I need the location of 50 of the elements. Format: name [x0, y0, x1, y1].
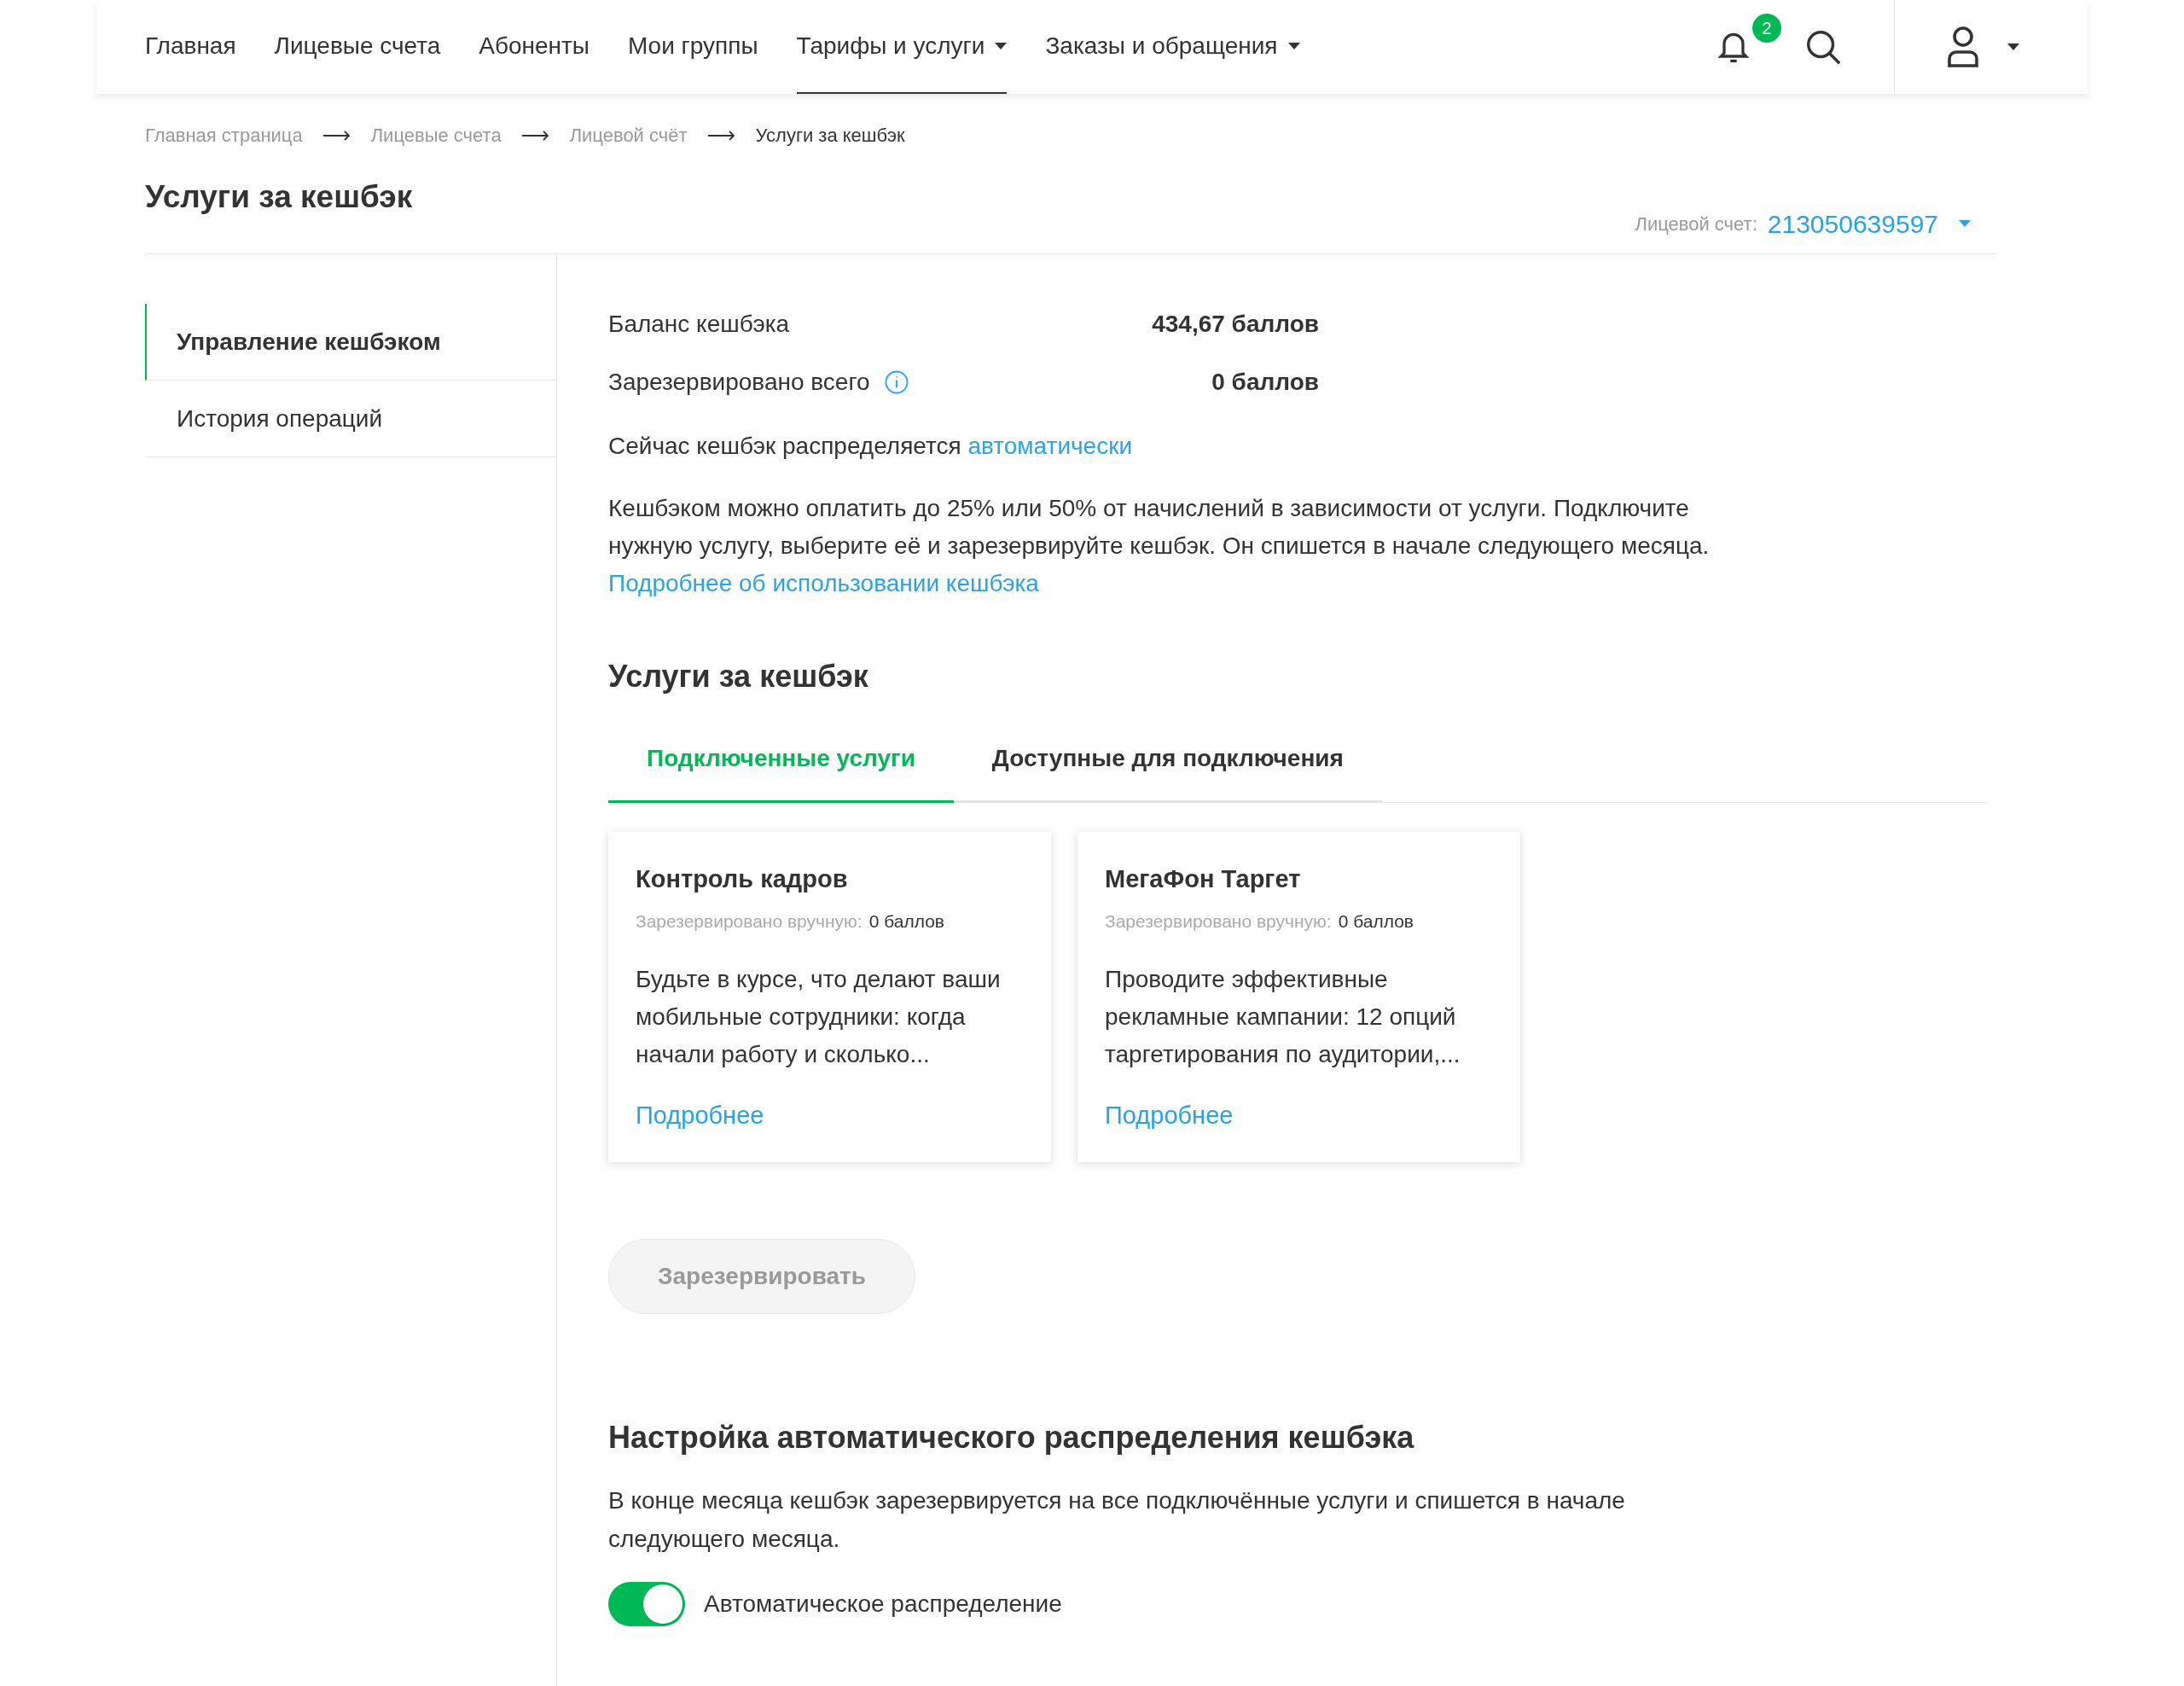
toggle-label: Автоматическое распределение [704, 1589, 1062, 1619]
breadcrumb-link[interactable]: Лицевые счета [370, 121, 502, 149]
arrow-right-icon [322, 130, 351, 141]
user-icon[interactable] [1946, 26, 1980, 67]
card-title: МегаФон Таргет [1105, 863, 1302, 894]
summary-value: 434,67 баллов [1152, 309, 1319, 339]
toggle-switch[interactable] [608, 1581, 685, 1626]
page-title: Услуги за кешбэк [145, 178, 413, 216]
reserved-value: 0 баллов [868, 910, 945, 933]
notification-badge: 2 [1752, 14, 1781, 43]
more-info-link[interactable]: Подробнее об использовании кешбэка [608, 564, 2039, 602]
tab[interactable]: Доступные для подключения [953, 740, 1382, 803]
nav-link[interactable]: Заказы и обращения [1045, 0, 1300, 94]
auto-description: В конце месяца кешбэк зарезервируется на все подключённые услуги и спишется в начале следующего месяца. [608, 1485, 1626, 1554]
reserved-label: Зарезервировано вручную: [1105, 910, 1332, 933]
account-selector[interactable]: 213050639597 [1767, 204, 1971, 243]
current-page-label: Услуги за кешбэк [755, 124, 905, 148]
arrow-right-icon [707, 130, 735, 141]
reserved-label: Зарезервировано вручную: [636, 910, 863, 933]
nav-link[interactable]: Абоненты [479, 0, 590, 94]
breadcrumb-link[interactable]: Лицевой счёт [569, 121, 688, 149]
description-text: Кешбэком можно оплатить до 25% или 50% от начислений в зависимости от услуги. Подключите нужную услугу, выберите её и зарезервируйте кешбэк. Он спишется в начале следующего месяца. [608, 493, 1711, 561]
caret-icon [1287, 43, 1300, 49]
caret-icon [1959, 220, 1971, 227]
card-description: Будьте в курсе, что делают ваши мобильные сотрудники: когда начали работу и сколько... [636, 964, 1002, 1069]
card-description: Проводите эффективные рекламные кампании: 12 опций таргетирования по аудитории,... [1105, 964, 1461, 1069]
mode-link[interactable]: автоматически [967, 432, 1133, 459]
sidebar-item[interactable]: Управление кешбэком [145, 303, 556, 381]
card-more-link[interactable]: Подробнее [636, 1096, 1024, 1134]
caret-icon [2007, 44, 2019, 50]
section-title: Настройка автоматического распределения кешбэка [608, 1418, 1415, 1456]
breadcrumb-link[interactable]: Главная страница [145, 121, 303, 149]
distribution-mode-text: Сейчас кешбэк распределяется автоматически [608, 431, 1134, 461]
tab[interactable]: Подключенные услуги [608, 740, 954, 803]
summary-label: Зарезервировано всего [608, 367, 870, 397]
nav-link[interactable]: Тарифы и услуги [796, 0, 1008, 94]
info-icon[interactable] [883, 369, 909, 395]
caret-icon [995, 43, 1008, 49]
nav-link[interactable]: Лицевые счета [274, 0, 441, 94]
section-title: Услуги за кешбэк [608, 657, 869, 695]
summary-value: 0 баллов [1211, 367, 1319, 397]
arrow-right-icon [521, 130, 549, 141]
reserved-value: 0 баллов [1338, 910, 1414, 933]
summary-label: Баланс кешбэка [608, 309, 790, 339]
card-more-link[interactable]: Подробнее [1105, 1096, 1493, 1134]
sidebar-item[interactable]: История операций [145, 380, 556, 457]
account-label: Лицевой счет: [1635, 212, 1757, 236]
nav-link[interactable]: Главная [145, 0, 236, 94]
nav-link[interactable]: Мои группы [628, 0, 758, 94]
card-title: Контроль кадров [636, 863, 849, 894]
